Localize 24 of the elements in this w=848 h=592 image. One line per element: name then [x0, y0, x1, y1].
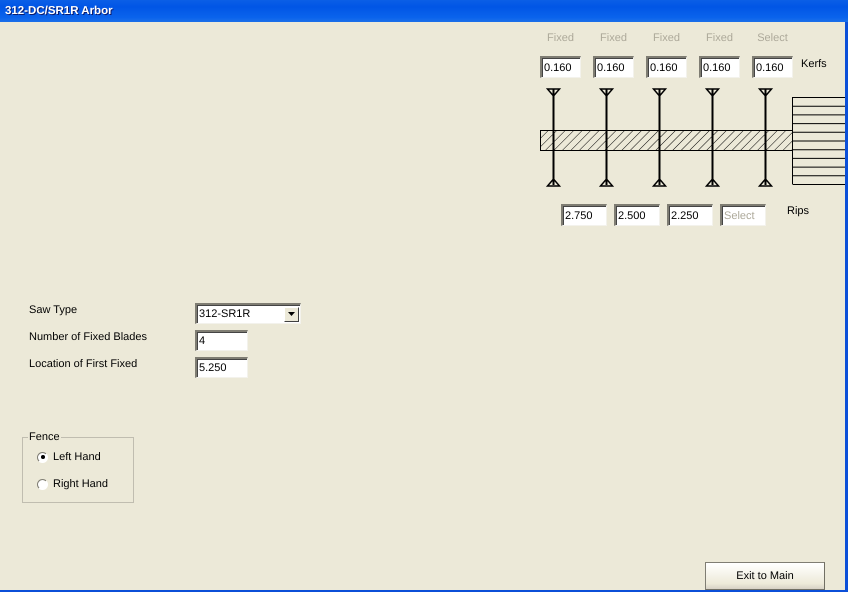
input-field[interactable]: 2.750	[561, 204, 607, 226]
kerfs-label: Kerfs	[801, 58, 827, 70]
blade-label: Fixed	[599, 32, 628, 44]
input-field[interactable]: 2.250	[667, 204, 713, 226]
rips-label: Rips	[787, 205, 810, 217]
exit-button[interactable]: Exit to Main	[705, 562, 825, 590]
blade-label: Fixed	[705, 32, 734, 44]
radio-button[interactable]	[37, 452, 48, 462]
radio-button[interactable]	[37, 478, 48, 490]
input-field[interactable]: 5.250	[195, 357, 248, 378]
caret-icon[interactable]	[288, 312, 295, 316]
blade-label: Fixed	[652, 32, 681, 44]
group-title: Fence	[28, 431, 61, 443]
field-label: Number of Fixed Blades	[29, 330, 148, 343]
blade-label: Fixed	[546, 32, 575, 44]
input-field[interactable]: 2.500	[614, 204, 660, 226]
window-title: 312-DC/SR1R Arbor	[5, 5, 113, 17]
input-field[interactable]: 4	[195, 330, 248, 351]
radio-label: Left Hand	[53, 451, 101, 463]
radio-label: Right Hand	[53, 478, 108, 490]
field-label: Saw Type	[29, 303, 78, 316]
blade-label: Select	[756, 32, 789, 44]
dropdown[interactable]: 312-SR1R	[195, 303, 301, 324]
field-label: Location of First Fixed	[29, 357, 138, 370]
